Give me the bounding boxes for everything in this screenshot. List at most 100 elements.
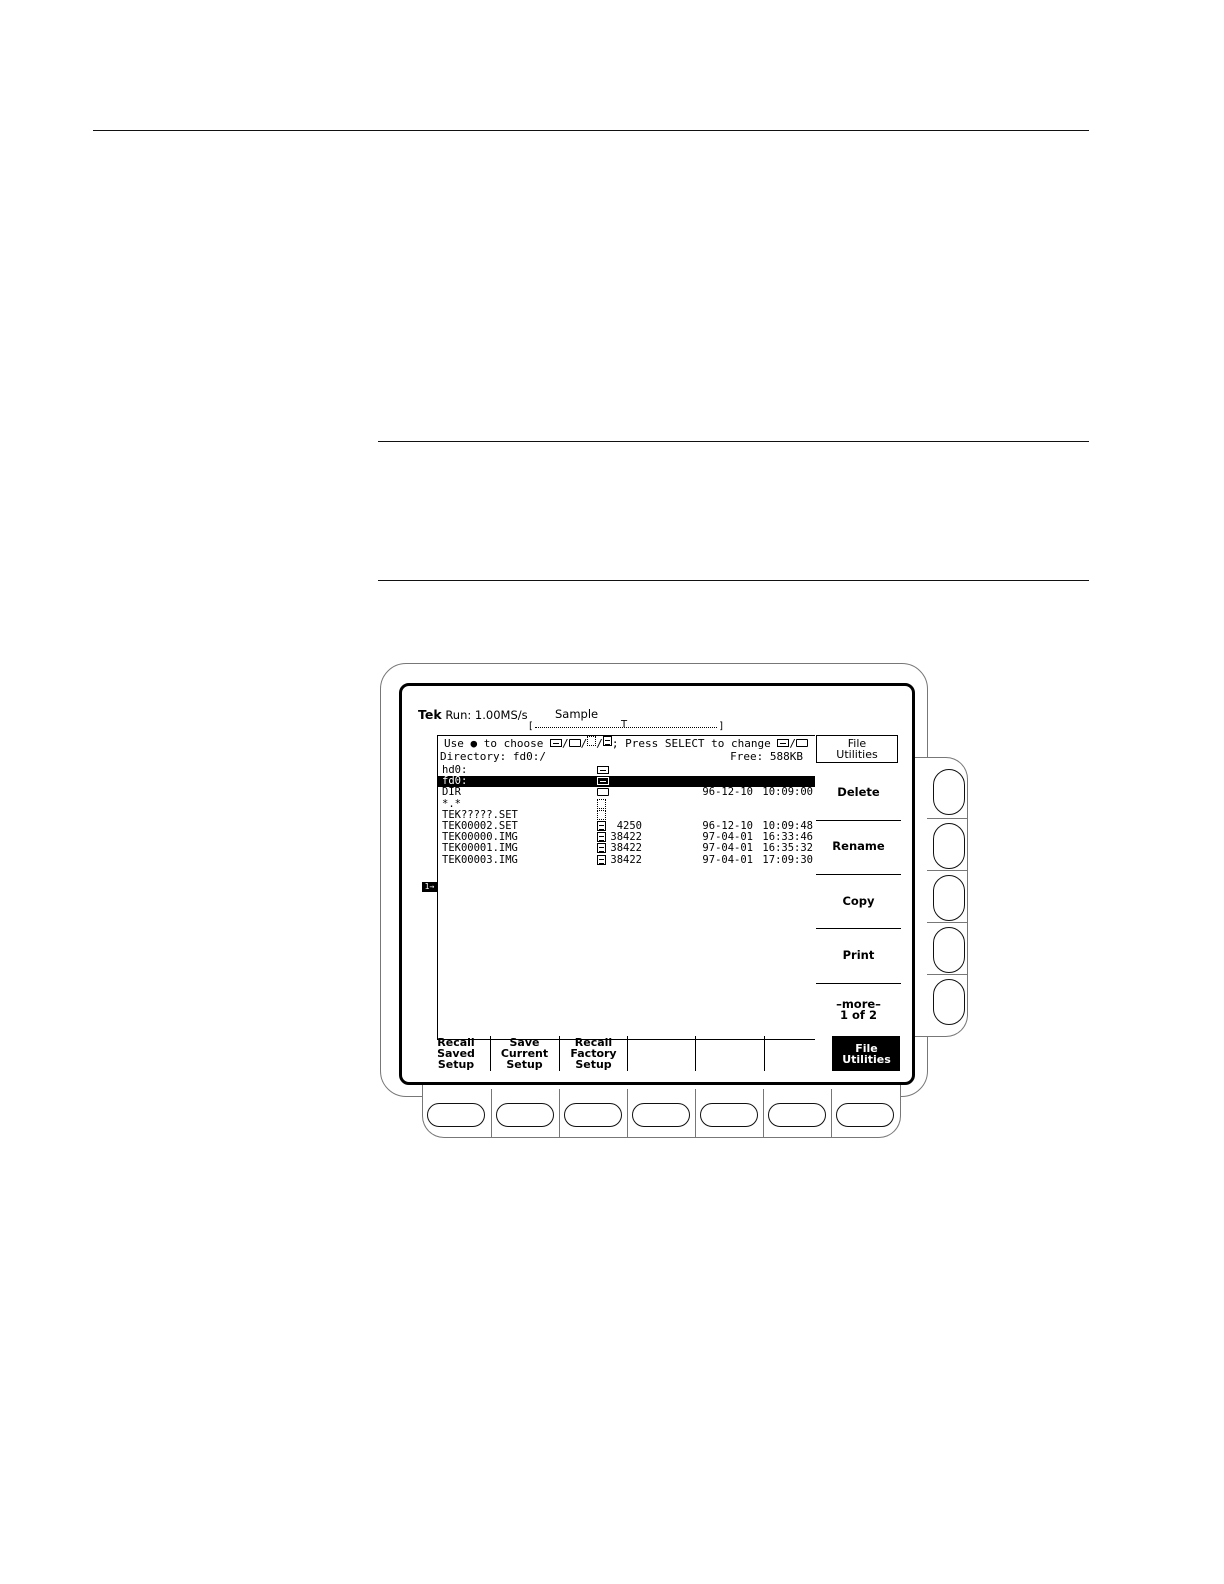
file-browser: Use ● to choose / / /; Press SELECT to cha… [437,735,815,1040]
side-button-3[interactable] [933,875,965,921]
directory-path: Directory: fd0:/ [440,750,546,763]
channel-1-marker: 1→ [422,882,437,892]
section-rule-1 [378,441,1089,442]
bottom-menu-file-utilities[interactable]: File Utilities [833,1036,900,1071]
file-date: 96-12-10 [702,786,753,799]
folder-icon [796,739,809,747]
top-rule [93,130,1089,131]
bm-label: File [855,1041,878,1055]
file-time: 10:09:00 [762,786,813,799]
side-button-divider [927,922,967,923]
section-rule-2 [378,580,1089,581]
bottom-button-2[interactable] [496,1103,554,1127]
file-icon [587,736,597,746]
bm-label: Utilities [842,1052,891,1066]
side-menu-print[interactable]: Print [816,928,901,982]
document-icon [602,736,612,746]
bottom-button-7[interactable] [836,1103,894,1127]
side-button-divider [927,870,967,871]
bottom-menu: Recall Saved Setup Save Current Setup Re… [422,1036,902,1071]
file-date: 97-04-01 [702,842,753,855]
file-row[interactable]: TEK00001.IMG 38422 97-04-01 16:35:32 [438,843,815,854]
file-row-selected[interactable]: fd0: [438,776,815,788]
side-button-divider [927,974,967,975]
side-button-4[interactable] [933,927,965,973]
bottom-button-5[interactable] [700,1103,758,1127]
bottom-button-divider [695,1089,696,1137]
document-icon [597,843,606,854]
file-list: hd0: fd0: DIR 96-12-10 10:09:00 *.* TEK?????.S… [438,765,815,866]
bottom-button-divider [831,1089,832,1137]
file-row[interactable]: hd0: [438,765,815,776]
bottom-button-divider [559,1089,560,1137]
hint-middle: ; Press SELECT to change [611,737,778,750]
drive-icon [597,777,609,786]
bottom-button-3[interactable] [564,1103,622,1127]
file-date: 97-04-01 [702,853,753,866]
trigger-marker: T [621,719,628,730]
bottom-button-6[interactable] [768,1103,826,1127]
record-bracket-left: [ [529,721,533,732]
status-line: Tek Run: 1.00MS/s Sample [418,707,598,722]
drive-icon [777,739,790,747]
side-menu-copy-label: Copy [842,893,875,908]
bottom-menu-recall-saved-setup[interactable]: Recall Saved Setup [422,1036,490,1071]
bm-label: Setup [506,1058,543,1071]
document-icon [597,820,606,831]
file-name: *.* [442,797,461,810]
document-icon [597,854,606,865]
file-browser-hint: Use ● to choose / / /; Press SELECT to cha… [444,736,809,750]
file-row[interactable]: DIR 96-12-10 10:09:00 [438,787,815,798]
side-menu-page-indicator: 1 of 2 [840,1008,877,1022]
document-icon [597,832,606,843]
side-menu-rename[interactable]: Rename [816,819,901,873]
file-icon [597,798,606,809]
bm-label: Setup [437,1058,475,1071]
file-size: 38422 [610,842,642,855]
record-bracket-right: ] [719,721,723,732]
sample-rate: 1.00MS/s [474,708,528,722]
bottom-button-divider [491,1089,492,1137]
file-name: TEK00001.IMG [442,842,518,855]
side-menu-title: File Utilities [816,735,898,763]
bottom-menu-empty-5[interactable] [696,1036,763,1071]
side-button-divider [927,818,967,819]
file-name: DIR [442,786,461,799]
bottom-button-1[interactable] [427,1103,485,1127]
side-menu-more[interactable]: –more– 1 of 2 [816,983,901,1037]
bottom-button-divider [627,1089,628,1137]
bottom-button-4[interactable] [632,1103,690,1127]
drive-icon [549,739,562,747]
bm-label: Setup [575,1058,612,1071]
file-icon [597,809,606,820]
bottom-menu-recall-factory-setup[interactable]: Recall Factory Setup [560,1036,627,1071]
side-button-1[interactable] [933,769,965,815]
run-label: Run: [445,708,472,722]
side-menu-delete-label: Delete [837,784,880,799]
file-type-cell [597,854,606,869]
side-button-5[interactable] [933,979,965,1025]
file-size: 38422 [610,853,642,866]
file-time: 17:09:30 [762,853,813,866]
file-name: TEK00003.IMG [442,853,518,866]
side-menu-print-label: Print [842,947,875,962]
side-menu-title-line2: Utilities [836,748,878,761]
free-space: Free: 588KB [730,750,803,763]
bottom-menu-empty-4[interactable] [628,1036,695,1071]
side-menu-rename-label: Rename [832,838,885,853]
bottom-menu-save-current-setup[interactable]: Save Current Setup [491,1036,558,1071]
side-menu-copy[interactable]: Copy [816,874,901,928]
drive-icon [597,766,609,774]
hint-prefix: Use ● to choose [444,737,550,750]
record-view-bar: [ T ] [529,719,723,732]
bottom-button-divider [763,1089,764,1137]
side-button-2[interactable] [933,823,965,869]
file-time: 16:35:32 [762,842,813,855]
folder-icon [597,788,609,797]
acquisition-mode: Sample [555,707,599,721]
side-menu-delete[interactable]: Delete [816,765,901,819]
bottom-menu-empty-6[interactable] [765,1036,832,1071]
folder-icon [568,739,581,747]
file-row[interactable]: TEK00003.IMG 38422 97-04-01 17:09:30 [438,853,815,869]
brand-label: Tek [418,707,442,722]
